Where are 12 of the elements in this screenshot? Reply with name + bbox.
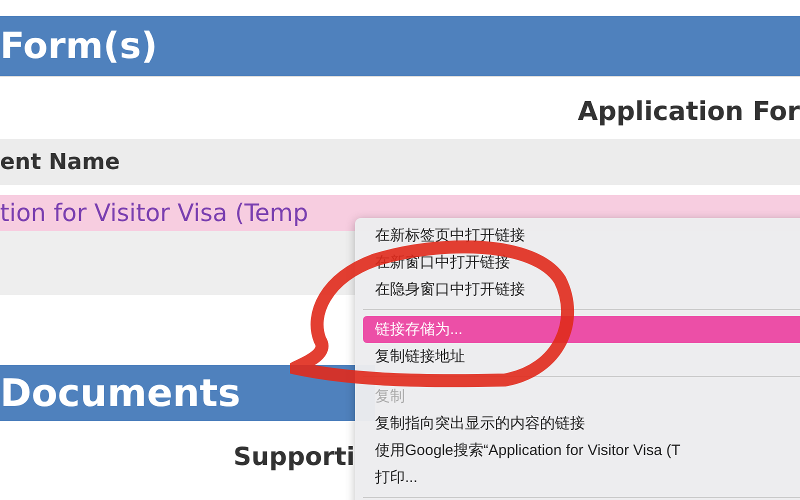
section-title: Form(s)	[0, 26, 158, 66]
form-link[interactable]: tion for Visitor Visa (Temp	[0, 199, 308, 227]
column-header: ent Name	[0, 139, 800, 185]
menu-item[interactable]: 使用Google搜索“Application for Visitor Visa (T	[363, 437, 800, 464]
table-title: Supporti	[233, 442, 355, 470]
menu-item[interactable]: 打印...	[363, 464, 800, 491]
menu-item[interactable]: 复制指向突出显示的内容的链接	[363, 410, 800, 437]
menu-item[interactable]: 在新标签页中打开链接	[363, 222, 800, 249]
menu-item[interactable]: 复制链接地址	[363, 343, 800, 370]
table-title: Application For	[578, 97, 800, 127]
section-title: Documents	[0, 371, 240, 415]
menu-item[interactable]: 在隐身窗口中打开链接	[363, 276, 800, 303]
